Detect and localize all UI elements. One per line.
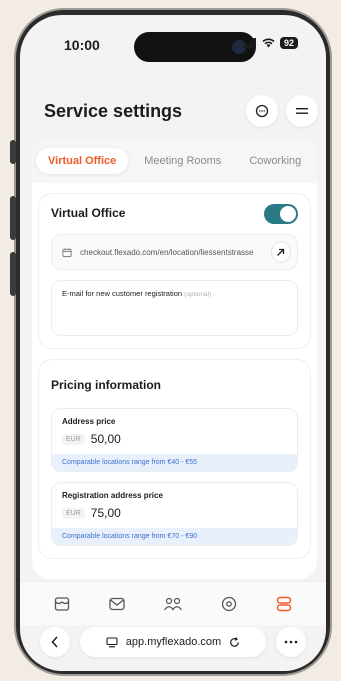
menu-button[interactable] [286,95,318,127]
address-bar[interactable]: app.myflexado.com [80,627,266,657]
calendar-icon [62,247,72,257]
currency-badge: EUR [62,433,85,445]
open-link-button[interactable] [270,241,291,263]
address-price-label: Address price [62,417,116,426]
tab-coworking[interactable]: Coworking [237,148,313,174]
storefront-icon [54,596,69,611]
currency-badge: EUR [62,507,85,519]
address-price-range: Comparable locations range from €40 - €5… [52,454,297,471]
signal-icon [242,38,256,48]
nav-item-services[interactable] [269,589,299,619]
address-price-field[interactable]: Address price EUR 50,00 Comparable locat… [51,408,298,472]
users-icon [163,597,182,610]
wifi-icon [262,38,275,48]
nav-item-customers[interactable] [158,589,188,619]
virtual-office-title: Virtual Office [51,206,126,220]
dynamic-island [134,32,256,62]
more-dots-icon [284,640,298,644]
virtual-office-card: Virtual Office checkout.flexado.com/en/l… [38,193,311,349]
volume-down-button [10,252,16,296]
virtual-office-toggle[interactable] [264,204,298,224]
chat-bubble-icon [255,104,269,118]
status-icons: 92 [242,37,298,49]
volume-up-button [10,196,16,240]
service-settings-panel: Virtual Office Meeting Rooms Coworking V… [32,139,317,579]
hamburger-menu-icon [296,108,308,114]
arrow-up-right-icon [277,248,285,256]
mail-icon [109,597,126,610]
back-button[interactable] [40,627,70,657]
registration-price-range: Comparable locations range from €70 - €9… [52,528,297,545]
pricing-title: Pricing information [51,378,162,392]
registration-price-value: 75,00 [90,506,121,520]
location-pin-icon [221,596,236,611]
address-price-value: 50,00 [90,432,121,446]
email-field[interactable]: E-mail for new customer registration (op… [51,280,298,336]
checkout-url-field: checkout.flexado.com/en/location/liessen… [51,234,298,270]
nav-item-map[interactable] [214,589,244,619]
app-header: Service settings [20,77,326,139]
bottom-nav [20,581,326,625]
nav-item-messages[interactable] [102,589,132,619]
tab-meeting-rooms[interactable]: Meeting Rooms [132,148,233,174]
phone-screen: 10:00 92 Service settings Virtual Office… [20,15,326,671]
services-icon [276,596,292,611]
chevron-left-icon [51,636,58,648]
reload-icon[interactable] [229,636,240,648]
chat-button[interactable] [246,95,278,127]
clock: 10:00 [64,37,100,53]
tabs-icon [106,636,118,647]
checkout-url: checkout.flexado.com/en/location/liessen… [80,247,254,257]
battery-indicator: 92 [279,37,298,49]
registration-price-label: Registration address price [62,491,163,500]
action-button [10,140,16,164]
service-tabs: Virtual Office Meeting Rooms Coworking [32,139,317,183]
nav-item-locations[interactable] [47,589,77,619]
more-button[interactable] [276,627,306,657]
status-bar: 10:00 92 [20,15,326,73]
pricing-card: Pricing information Address price EUR 50… [38,359,311,559]
registration-price-field[interactable]: Registration address price EUR 75,00 Com… [51,482,298,546]
tab-virtual-office[interactable]: Virtual Office [36,148,129,174]
address-url: app.myflexado.com [125,636,222,648]
email-field-label: E-mail for new customer registration (op… [62,289,212,298]
page-title: Service settings [44,101,183,121]
browser-bar: app.myflexado.com [40,623,306,661]
